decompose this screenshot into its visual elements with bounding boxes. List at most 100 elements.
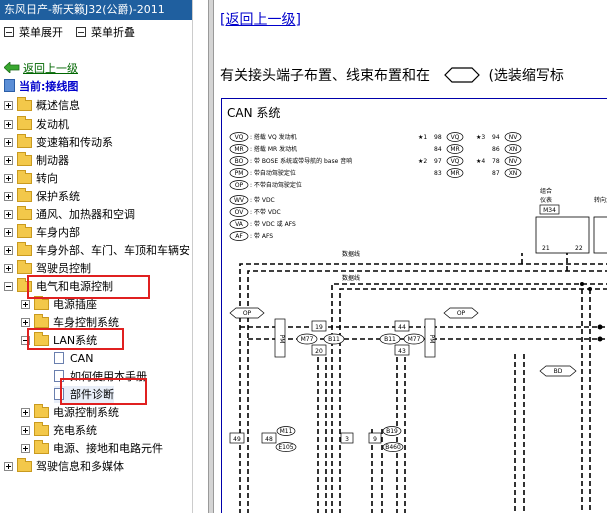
pin-label: 21 — [542, 245, 550, 252]
tag-label: PM — [278, 335, 285, 344]
connector-pins: 19 20 44 43 M77 B11 B11 M77 49 48 M11 E1… — [229, 320, 425, 452]
intro-text-main: 有关接头端子布置、线束布置和在 — [220, 68, 430, 84]
expand-toggle-icon[interactable] — [21, 426, 30, 435]
expand-toggle-icon[interactable] — [21, 318, 30, 327]
back-link-row[interactable]: 返回上一级 — [3, 61, 78, 76]
junction-dot — [580, 282, 584, 286]
pin-label: B11 — [384, 336, 396, 343]
tree-item-transmission[interactable]: 变速箱和传动系 — [4, 134, 113, 151]
pin-oval: B460 — [382, 442, 404, 452]
expand-toggle-icon[interactable] — [4, 228, 13, 237]
back-arrow-icon — [3, 61, 20, 74]
legend-right-row: ★2 97 VQ ★4 78 NV — [418, 156, 522, 166]
pin-label: 22 — [575, 245, 583, 252]
folder-icon — [34, 296, 49, 310]
highlight-box-diagnosis — [60, 378, 147, 405]
legend-code: WV — [234, 197, 245, 204]
expand-toggle-icon[interactable] — [21, 444, 30, 453]
tree-item-brakes[interactable]: 制动器 — [4, 152, 69, 169]
expand-toggle-icon[interactable] — [4, 192, 13, 201]
expand-toggle-icon[interactable] — [4, 156, 13, 165]
legend-code: XN — [509, 170, 518, 177]
expand-menu-button[interactable]: 菜单展开 — [4, 26, 63, 40]
collapse-menu-button[interactable]: 菜单折叠 — [76, 26, 135, 40]
splitter[interactable] — [192, 0, 208, 513]
component-label: 仪表 — [540, 196, 552, 204]
tree-item-label: 电源控制系统 — [53, 406, 119, 419]
pin-oval: B19 — [382, 426, 402, 436]
legend-star: ★3 — [476, 134, 485, 141]
intro-text-tail: (选装缩写标 — [488, 68, 564, 84]
document-icon — [54, 352, 64, 364]
expand-toggle-icon[interactable] — [4, 138, 13, 147]
expand-toggle-icon[interactable] — [4, 120, 13, 129]
option-tag-op: OP — [443, 307, 479, 319]
can-wire — [239, 263, 607, 513]
navigation-panel: 东风日产-新天籁J32(公爵)-2011 菜单展开 菜单折叠 返回上一级 当前:… — [0, 0, 192, 513]
wiring-diagram: CAN 系统 VQ: 搭载 VQ 发动机 MR: 搭载 MR 发动机 BO: 带… — [221, 98, 607, 513]
back-link[interactable]: 返回上一级 — [23, 62, 78, 75]
tree-item-overview[interactable]: 概述信息 — [4, 97, 80, 114]
tree-item-label: 通风、加热器和空调 — [36, 208, 135, 221]
expand-toggle-icon[interactable] — [4, 101, 13, 110]
pin-label: B11 — [328, 336, 340, 343]
expand-toggle-icon[interactable] — [4, 246, 13, 255]
legend-right-row: ★1 98 VQ ★3 94 NV — [418, 132, 522, 142]
legend-text: : 搭载 MR 发动机 — [250, 145, 297, 153]
tree-item-exterior[interactable]: 车身外部、车门、车顶和车辆安 — [4, 242, 190, 259]
option-tag-pm: PM — [274, 318, 286, 358]
tree-item-interior[interactable]: 车身内部 — [4, 224, 80, 241]
legend-code: BO — [235, 158, 244, 165]
pin-label: M77 — [408, 336, 421, 343]
tree-item-power-ground[interactable]: 电源、接地和电路元件 — [21, 440, 163, 457]
can-wire — [247, 270, 607, 513]
tree-item-engine[interactable]: 发动机 — [4, 116, 69, 133]
expand-toggle-icon[interactable] — [21, 300, 30, 309]
tree-item-label: CAN — [70, 352, 94, 365]
component-steering-angle: 转向角 — [593, 196, 607, 254]
option-tag-pm: PM — [424, 318, 436, 358]
tree-item-power-control[interactable]: 电源控制系统 — [21, 404, 119, 421]
expand-toggle-icon[interactable] — [4, 462, 13, 471]
junction-dot — [597, 324, 603, 330]
legend-text: : 不带 VDC — [250, 208, 281, 216]
pin-label: 43 — [398, 348, 406, 355]
legend-pin: 97 — [434, 158, 442, 165]
collapse-icon — [76, 27, 86, 37]
collapse-toggle-icon[interactable] — [4, 282, 13, 291]
option-tag-bd: BD — [539, 365, 577, 377]
tree-item-can[interactable]: CAN — [54, 350, 93, 367]
legend-code: PM — [235, 170, 244, 177]
pin-label: B19 — [386, 428, 398, 435]
pin-box: 43 — [394, 344, 410, 356]
tree-item-label: 转向 — [36, 172, 58, 185]
pin-label: M77 — [301, 336, 314, 343]
tree-item-label: 车身外部、车门、车顶和车辆安 — [36, 244, 190, 257]
expand-menu-label: 菜单展开 — [19, 26, 63, 39]
legend-text: : 带 BOSE 系统或带导航的 base 音响 — [250, 157, 352, 165]
tree-item-steering[interactable]: 转向 — [4, 170, 58, 187]
return-link[interactable]: [返回上一级] — [220, 9, 301, 29]
pin-label: E105 — [278, 444, 293, 451]
expand-toggle-icon[interactable] — [4, 264, 13, 273]
junction-dots — [580, 282, 603, 342]
legend-code: MR — [450, 146, 459, 153]
expand-toggle-icon[interactable] — [4, 210, 13, 219]
tree-item-label: 车身内部 — [36, 226, 80, 239]
expand-toggle-icon[interactable] — [21, 408, 30, 417]
hexagon-symbol-icon — [444, 67, 481, 83]
tree-item-driver-info[interactable]: 驾驶信息和多媒体 — [4, 458, 124, 475]
current-location-label: 当前:接线图 — [19, 80, 79, 93]
folder-icon — [17, 206, 32, 220]
legend-text: : 带自动驾驶定位 — [250, 169, 296, 177]
tree-item-hvac[interactable]: 通风、加热器和空调 — [4, 206, 135, 223]
collapse-menu-label: 菜单折叠 — [91, 26, 135, 39]
tree-item-charging[interactable]: 充电系统 — [21, 422, 97, 439]
highlight-box-electrical — [27, 275, 150, 299]
tree-item-protection[interactable]: 保护系统 — [4, 188, 80, 205]
pin-oval: B11 — [379, 333, 401, 345]
pin-box: 19 — [311, 320, 327, 332]
legend-code: MR — [234, 146, 243, 153]
expand-toggle-icon[interactable] — [4, 174, 13, 183]
junction-dot — [588, 287, 592, 291]
